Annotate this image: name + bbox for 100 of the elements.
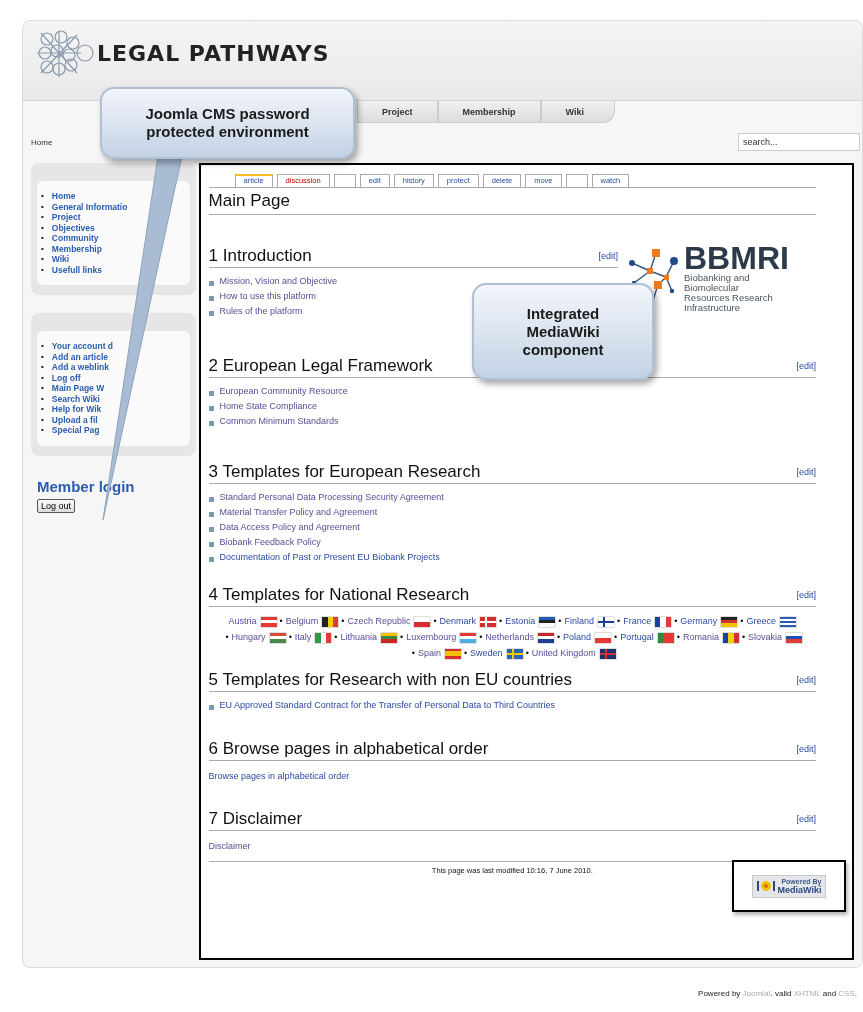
menu-item[interactable]: Main Page W: [51, 383, 105, 394]
menu-item[interactable]: Your account d: [51, 341, 114, 352]
menu-item[interactable]: Community: [51, 233, 99, 244]
wiki-link[interactable]: Mission, Vision and Objective: [219, 276, 337, 286]
wiki-link[interactable]: Rules of the platform: [219, 306, 303, 316]
menu-item[interactable]: Upload a fil: [51, 414, 98, 425]
country-link[interactable]: Slovakia: [748, 632, 783, 642]
menu-item[interactable]: Add a weblink: [51, 362, 109, 373]
country-link[interactable]: Spain: [417, 648, 441, 658]
bullet: •: [41, 383, 44, 394]
nav-tab[interactable]: Wiki: [540, 101, 615, 123]
wiki-link[interactable]: How to use this platform: [219, 291, 317, 301]
section-heading: 6 Browse pages in alphabetical order: [208, 739, 489, 760]
bullet-icon: [208, 527, 214, 532]
menu-item[interactable]: Membership: [51, 243, 102, 254]
separator: •: [614, 632, 618, 642]
bullet: •: [41, 351, 44, 362]
bullet: •: [41, 233, 44, 244]
separator: •: [334, 632, 338, 642]
separator: •: [479, 632, 483, 642]
country-link[interactable]: Belgium: [285, 616, 319, 626]
edit-link[interactable]: [edit]: [796, 361, 816, 371]
bullet-icon: [208, 406, 214, 411]
country-link[interactable]: Czech Republic: [347, 616, 411, 626]
country-link[interactable]: Greece: [746, 616, 776, 626]
page-title: Main Page: [208, 189, 816, 215]
separator: •: [279, 616, 283, 626]
wiki-link[interactable]: Standard Personal Data Processing Security Agreement: [219, 492, 444, 502]
country-link[interactable]: Romania: [682, 632, 719, 642]
bullet: •: [41, 393, 44, 404]
menu-item[interactable]: Wiki: [51, 254, 70, 265]
wiki-link[interactable]: Material Transfer Policy and Agreement: [219, 507, 378, 517]
menu-item[interactable]: Add an article: [51, 351, 109, 362]
country-link[interactable]: Italy: [294, 632, 312, 642]
separator: •: [617, 616, 621, 626]
country-link[interactable]: Germany: [680, 616, 718, 626]
country-link[interactable]: Sweden: [470, 648, 503, 658]
wiki-link[interactable]: Data Access Policy and Agreement: [219, 522, 360, 532]
wiki-link[interactable]: EU Approved Standard Contract for the Transfer of Personal Data to Third Countries: [219, 700, 556, 710]
edit-link[interactable]: [edit]: [796, 590, 816, 600]
logout-button[interactable]: Log out: [37, 498, 76, 513]
bullet: •: [41, 362, 44, 373]
country-link[interactable]: Estonia: [505, 616, 536, 626]
bullet-icon: [208, 296, 214, 301]
separator: •: [499, 616, 503, 626]
separator: •: [411, 648, 415, 658]
country-link[interactable]: Luxembourg: [406, 632, 457, 642]
bullet: •: [41, 414, 44, 425]
country-link[interactable]: Poland: [563, 632, 592, 642]
country-link[interactable]: Hungary: [231, 632, 266, 642]
country-link[interactable]: Netherlands: [485, 632, 534, 642]
wiki-link[interactable]: European Community Resource: [219, 386, 348, 396]
edit-link[interactable]: [edit]: [796, 744, 816, 755]
wiki-link[interactable]: Common Minimum Standards: [219, 416, 339, 426]
country-link[interactable]: Finland: [564, 616, 594, 626]
country-link[interactable]: France: [623, 616, 652, 626]
wiki-link[interactable]: Disclaimer: [208, 840, 251, 851]
wiki-link[interactable]: Home State Compliance: [219, 401, 318, 411]
bullet-icon: [208, 557, 214, 562]
country-link[interactable]: Austria: [228, 616, 257, 626]
nav-tab[interactable]: Membership: [437, 101, 541, 123]
bullet: •: [41, 222, 44, 233]
menu-item[interactable]: Home: [51, 191, 76, 202]
menu-item[interactable]: Special Pag: [51, 425, 100, 436]
bullet: •: [41, 372, 44, 383]
separator: •: [556, 632, 561, 642]
country-link[interactable]: United Kingdom: [531, 648, 596, 658]
nav-tab[interactable]: Project: [357, 101, 438, 123]
menu-item[interactable]: Log off: [51, 372, 81, 383]
edit-link[interactable]: [edit]: [796, 675, 816, 685]
flower-icon: [756, 879, 775, 893]
bullet: •: [41, 243, 44, 254]
search-field[interactable]: search...: [738, 133, 860, 151]
separator: •: [288, 632, 292, 642]
bullet-icon: [208, 281, 214, 286]
wiki-link[interactable]: Browse pages in alphabetical order: [208, 771, 350, 782]
country-link[interactable]: Portugal: [620, 632, 654, 642]
section-heading: 7 Disclaimer: [208, 808, 303, 829]
callout: Integrated MediaWiki component: [472, 283, 654, 380]
edit-link[interactable]: [edit]: [796, 467, 816, 477]
bullet: •: [41, 254, 44, 265]
separator: •: [525, 648, 529, 658]
edit-link[interactable]: [edit]: [598, 251, 618, 261]
country-link[interactable]: Denmark: [439, 616, 477, 626]
bullet: •: [41, 425, 44, 436]
edit-link[interactable]: [edit]: [796, 813, 816, 824]
bullet-icon: [208, 542, 214, 547]
country-link[interactable]: Lithuania: [340, 632, 377, 642]
menu-item[interactable]: Help for Wik: [51, 404, 102, 415]
callout: Joomla CMS password protected environment: [100, 87, 355, 159]
menu-item[interactable]: Search Wiki: [51, 393, 100, 404]
menu-item[interactable]: Objectives: [51, 222, 95, 233]
breadcrumb[interactable]: Home: [31, 137, 53, 147]
wiki-link[interactable]: Biobank Feedback Policy: [219, 537, 321, 547]
separator: •: [674, 616, 678, 626]
menu-item[interactable]: General Informatio: [51, 201, 128, 212]
bullet-icon: [208, 421, 214, 426]
menu-item[interactable]: Usefull links: [51, 264, 102, 275]
wiki-link[interactable]: Documentation of Past or Present EU Biobank Projects: [219, 552, 440, 562]
menu-item[interactable]: Project: [51, 212, 81, 223]
